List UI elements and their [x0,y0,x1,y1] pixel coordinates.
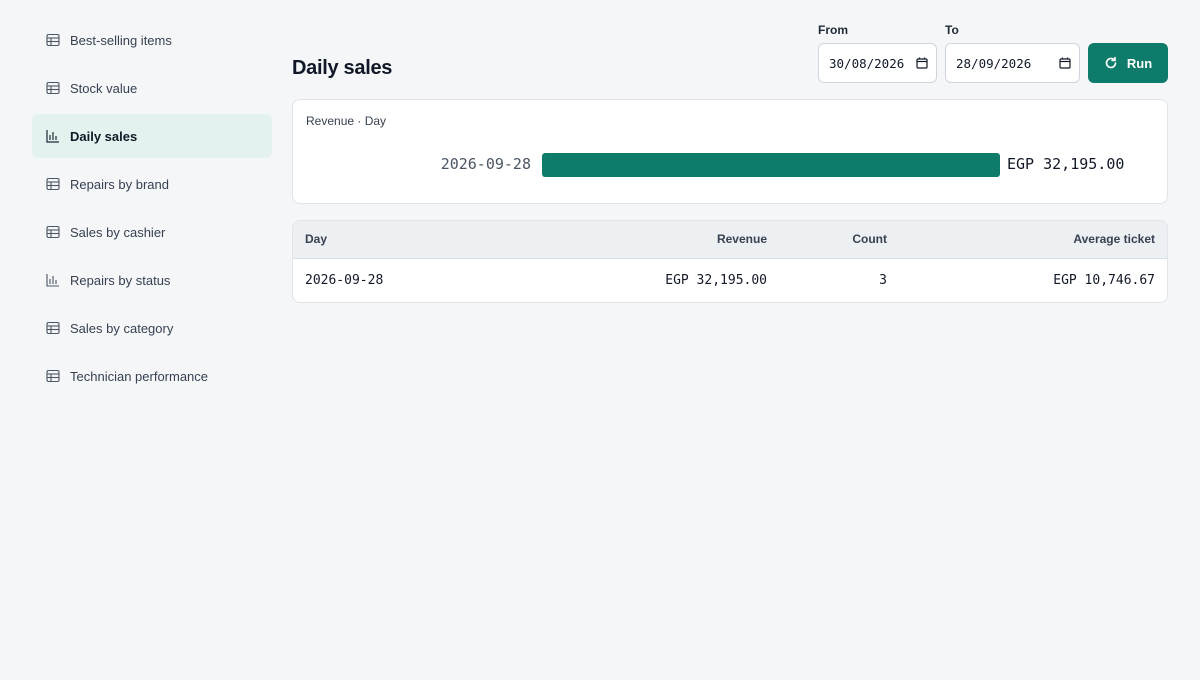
to-label: To [945,23,959,37]
page-title: Daily sales [292,57,393,79]
sidebar-item-label: Repairs by status [70,272,171,288]
table-icon [46,225,60,239]
from-date-input[interactable]: 30/08/2026 [818,43,937,83]
sidebar-item-label: Daily sales [70,128,138,144]
refresh-icon [1104,56,1118,70]
table-row: 2026-09-28 EGP 32,195.00 3 EGP 10,746.67 [293,258,1167,302]
bar-chart-icon [46,129,60,143]
reports-sidebar: Best-selling items Stock value Daily sal… [32,18,272,402]
cell-average-ticket: EGP 10,746.67 [1053,272,1155,288]
column-header-count[interactable]: Count [779,221,899,258]
table-header-row: Day Revenue Count Average ticket [293,221,1167,258]
bar-value-label: EGP 32,195.00 [1007,155,1125,173]
calendar-icon[interactable] [1059,57,1071,69]
revenue-chart: Revenue · Day 2026-09-28 EGP 32,195.00 [292,99,1168,204]
cell-count: 3 [879,272,887,288]
sidebar-item-sales-by-category[interactable]: Sales by category [32,306,272,350]
chart-bar-row: 2026-09-28 EGP 32,195.00 [293,152,1169,178]
sidebar-item-label: Technician performance [70,368,209,384]
sidebar-item-sales-by-cashier[interactable]: Sales by cashier [32,210,272,254]
daily-sales-table: Day Revenue Count Average ticket 2026-09… [292,220,1168,303]
bar-track [542,153,1000,177]
sidebar-item-label: Stock value [70,80,138,96]
sidebar-item-label: Best-selling items [70,32,172,48]
table-icon [46,321,60,335]
run-button[interactable]: Run [1088,43,1168,83]
sidebar-item-stock-value[interactable]: Stock value [32,66,272,110]
chart-caption: Revenue · Day [306,114,387,128]
calendar-icon[interactable] [916,57,928,69]
column-header-revenue[interactable]: Revenue [483,221,779,258]
from-date-value: 30/08/2026 [829,55,905,71]
to-date-input[interactable]: 28/09/2026 [945,43,1080,83]
sidebar-item-label: Sales by category [70,320,174,336]
sidebar-item-technician-performance[interactable]: Technician performance [32,354,272,398]
sidebar-item-best-selling-items[interactable]: Best-selling items [32,18,272,62]
to-date-value: 28/09/2026 [956,55,1032,71]
bar-category-label: 2026-09-28 [440,155,531,173]
table-icon [46,369,60,383]
bar-chart-icon [46,273,60,287]
from-label: From [818,23,848,37]
sidebar-item-repairs-by-status[interactable]: Repairs by status [32,258,272,302]
sidebar-item-daily-sales[interactable]: Daily sales [32,114,272,158]
column-header-average-ticket[interactable]: Average ticket [899,221,1167,258]
sidebar-item-repairs-by-brand[interactable]: Repairs by brand [32,162,272,206]
column-header-day[interactable]: Day [293,221,483,258]
table-icon [46,33,60,47]
sidebar-item-label: Sales by cashier [70,224,166,240]
table-icon [46,81,60,95]
table-icon [46,177,60,191]
cell-revenue: EGP 32,195.00 [665,272,767,288]
sidebar-item-label: Repairs by brand [70,176,169,192]
cell-day: 2026-09-28 [305,272,384,288]
revenue-bar [542,153,1000,177]
run-button-label: Run [1126,55,1153,71]
